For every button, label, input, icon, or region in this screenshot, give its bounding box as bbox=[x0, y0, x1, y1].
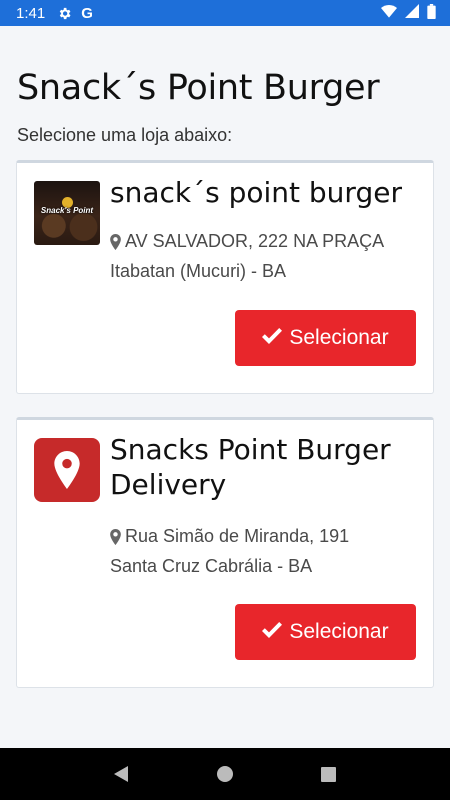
store-name: Snacks Point Burger Delivery bbox=[110, 433, 391, 501]
battery-icon bbox=[427, 3, 436, 23]
main-content: Snack´s Point Burger Selecione uma loja … bbox=[0, 26, 450, 748]
store-address-text: AV SALVADOR, 222 NA PRAÇA bbox=[125, 231, 385, 251]
check-icon bbox=[262, 620, 283, 644]
signal-icon bbox=[405, 4, 419, 22]
page-title: Snack´s Point Burger bbox=[17, 68, 380, 108]
google-g-icon: G bbox=[81, 4, 93, 22]
map-marker-icon bbox=[110, 233, 121, 250]
store-city: Itabatan (Mucuri) - BA bbox=[110, 261, 287, 281]
store-name: snack´s point burger bbox=[110, 176, 402, 209]
select-button-label: Selecionar bbox=[289, 326, 389, 349]
store-city: Santa Cruz Cabrália - BA bbox=[110, 556, 313, 576]
store-address: Rua Simão de Miranda, 191 bbox=[110, 526, 349, 547]
back-icon[interactable] bbox=[102, 754, 142, 794]
recents-icon[interactable] bbox=[308, 754, 348, 794]
status-bar: 1:41 G bbox=[0, 0, 450, 26]
map-pin-icon bbox=[34, 438, 100, 502]
wifi-icon bbox=[381, 4, 397, 22]
gear-icon bbox=[57, 6, 72, 21]
select-store-button[interactable]: Selecionar bbox=[235, 604, 416, 660]
page-subtitle: Selecione uma loja abaixo: bbox=[17, 125, 233, 145]
store-address: AV SALVADOR, 222 NA PRAÇA bbox=[110, 231, 384, 252]
check-icon bbox=[262, 326, 283, 350]
select-store-button[interactable]: Selecionar bbox=[235, 310, 416, 366]
home-icon[interactable] bbox=[205, 754, 245, 794]
store-card: Snacks Point Burger Delivery Rua Simão d… bbox=[16, 417, 434, 688]
store-logo-photo: Snack's Point bbox=[34, 181, 100, 245]
status-time: 1:41 bbox=[16, 4, 46, 22]
select-button-label: Selecionar bbox=[289, 620, 389, 643]
store-card: Snack's Point snack´s point burger AV SA… bbox=[16, 160, 434, 394]
map-marker-icon bbox=[110, 528, 121, 545]
navigation-bar bbox=[0, 748, 450, 800]
store-address-text: Rua Simão de Miranda, 191 bbox=[125, 526, 350, 546]
store-logo-text: Snack's Point bbox=[40, 206, 94, 215]
